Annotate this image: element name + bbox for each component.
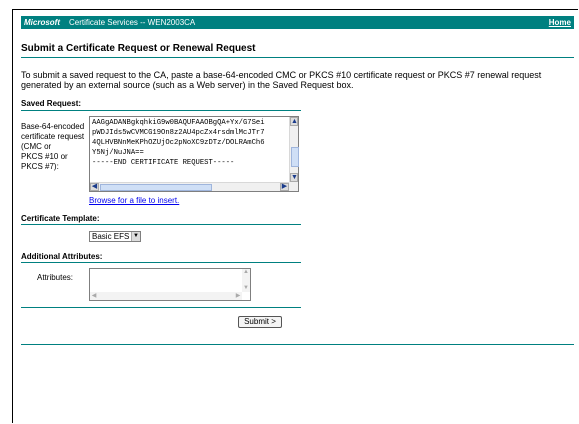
- attributes-vertical-scrollbar[interactable]: ▲ ▼: [242, 269, 250, 292]
- browse-file-link[interactable]: Browse for a file to insert.: [89, 196, 179, 205]
- certificate-template-select[interactable]: Basic EFS ▼: [89, 231, 141, 242]
- saved-request-heading: Saved Request:: [21, 99, 82, 108]
- certificate-template-heading: Certificate Template:: [21, 214, 100, 223]
- attributes-label: Attributes:: [37, 273, 74, 282]
- scrollbar-corner: [289, 182, 298, 191]
- selected-template: Basic EFS: [92, 232, 130, 241]
- page-frame: Microsoft Certificate Services -- WEN200…: [12, 9, 578, 423]
- scroll-right-icon[interactable]: ▶: [280, 183, 289, 191]
- scroll-down-icon[interactable]: ▼: [290, 173, 298, 182]
- home-link[interactable]: Home: [549, 16, 571, 29]
- header-banner: Microsoft Certificate Services -- WEN200…: [21, 16, 574, 29]
- scroll-thumb-horizontal[interactable]: [100, 184, 212, 191]
- scroll-left-icon[interactable]: ◀: [90, 183, 99, 191]
- service-title: Certificate Services -- WEN2003CA: [69, 18, 196, 27]
- page-title: Submit a Certificate Request or Renewal …: [21, 43, 256, 54]
- saved-request-divider: [21, 110, 301, 111]
- submit-divider: [21, 307, 301, 308]
- scroll-right-icon[interactable]: ▶: [234, 292, 242, 300]
- textarea-horizontal-scrollbar[interactable]: ◀ ▶: [90, 182, 289, 191]
- saved-request-content[interactable]: AAGgADANBgkqhkiG9w0BAQUFAAOBgQA+Yx/G7Sei…: [92, 118, 288, 178]
- attributes-horizontal-scrollbar[interactable]: ◀ ▶: [90, 292, 242, 300]
- attributes-textarea[interactable]: ▲ ▼ ◀ ▶: [89, 268, 251, 301]
- scroll-thumb[interactable]: [291, 147, 299, 167]
- saved-request-label: Base-64-encoded certificate request (CMC…: [21, 122, 85, 171]
- additional-attributes-divider: [21, 262, 301, 263]
- chevron-down-icon[interactable]: ▼: [131, 232, 140, 241]
- footer-divider: [21, 344, 574, 345]
- brand-name: Microsoft: [24, 18, 60, 27]
- scroll-up-icon[interactable]: ▲: [242, 269, 250, 276]
- textarea-vertical-scrollbar[interactable]: ▲ ▼: [289, 117, 299, 182]
- submit-button[interactable]: Submit >: [238, 316, 282, 328]
- certificate-template-divider: [21, 224, 301, 225]
- intro-text: To submit a saved request to the CA, pas…: [21, 70, 542, 90]
- scroll-up-icon[interactable]: ▲: [290, 117, 298, 126]
- scroll-down-icon[interactable]: ▼: [242, 285, 250, 292]
- saved-request-textarea[interactable]: AAGgADANBgkqhkiG9w0BAQUFAAOBgQA+Yx/G7Sei…: [89, 116, 299, 192]
- title-divider: [21, 57, 574, 58]
- scroll-left-icon[interactable]: ◀: [90, 292, 98, 300]
- additional-attributes-heading: Additional Attributes:: [21, 252, 103, 261]
